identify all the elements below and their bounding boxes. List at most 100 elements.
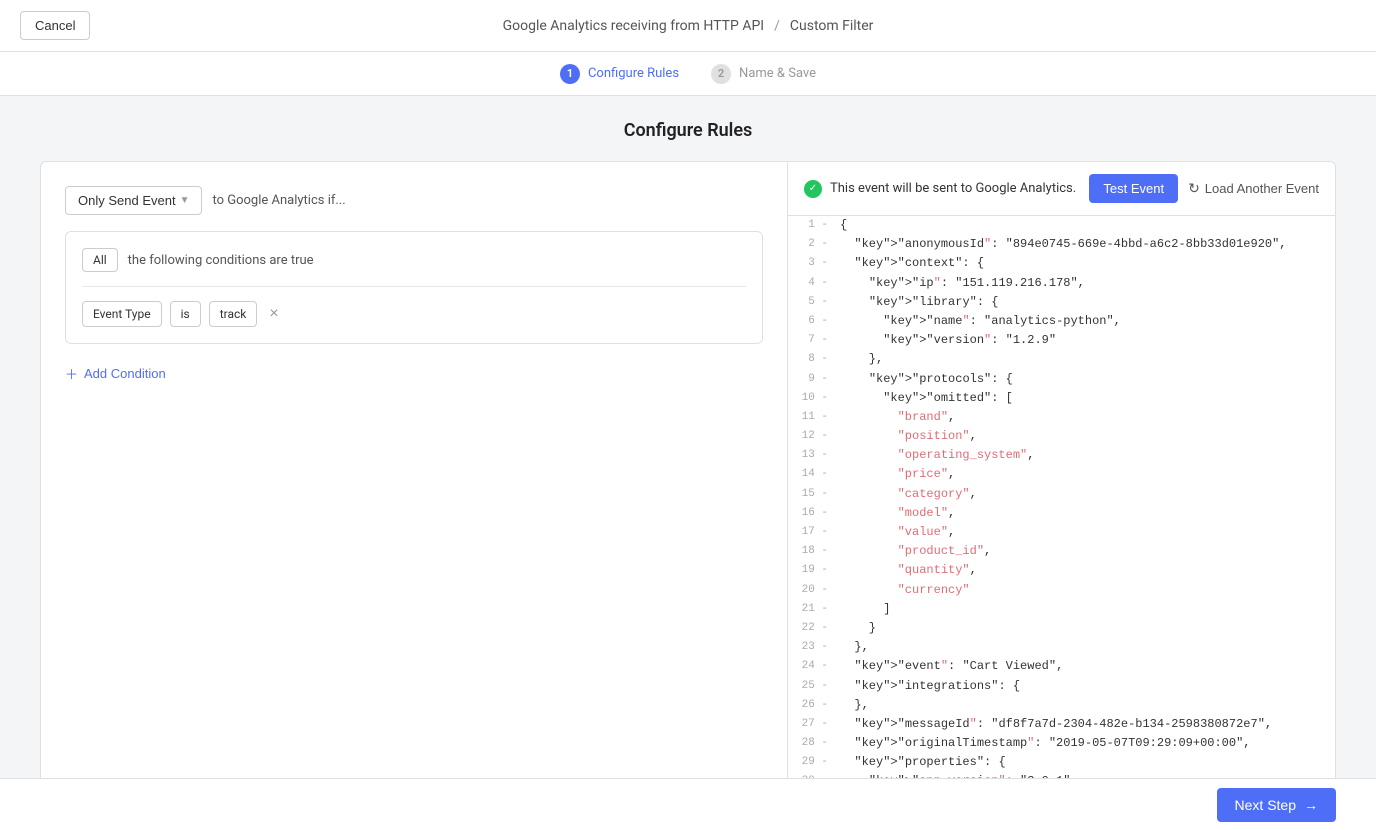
load-another-event-button[interactable]: ↻ Load Another Event — [1188, 180, 1319, 197]
rule-header: Only Send Event ▼ to Google Analytics if… — [65, 186, 763, 215]
code-line: 4 - "key">"ip": "151.119.216.178", — [788, 274, 1335, 293]
code-line: 2 - "key">"anonymousId": "894e0745-669e-… — [788, 235, 1335, 254]
line-number: 8 - — [796, 350, 828, 369]
line-content: "key">"library": { — [840, 293, 998, 312]
line-content: "key">"version": "1.2.9" — [840, 331, 1056, 350]
line-content: "key">"app_version": "3.0.1" — [840, 772, 1070, 778]
all-conditions-row: All the following conditions are true — [82, 248, 746, 287]
line-content: { — [840, 216, 847, 235]
code-line: 6 - "key">"name": "analytics-python", — [788, 312, 1335, 331]
line-number: 2 - — [796, 235, 828, 254]
code-line: 13 - "operating_system", — [788, 446, 1335, 465]
condition-row: Event Type is track × — [82, 301, 746, 327]
test-event-button[interactable]: Test Event — [1089, 174, 1178, 203]
add-condition-label: Add Condition — [84, 366, 166, 381]
line-content: "currency" — [840, 581, 970, 600]
line-content: }, — [840, 638, 869, 657]
code-line: 1 -{ — [788, 216, 1335, 235]
rule-destination-text: to Google Analytics if... — [212, 193, 345, 208]
line-content: "key">"properties": { — [840, 753, 1006, 772]
line-content: "key">"event": "Cart Viewed", — [840, 657, 1063, 676]
line-content: "key">"integrations": { — [840, 677, 1020, 696]
code-line: 21 - ] — [788, 600, 1335, 619]
cancel-button[interactable]: Cancel — [20, 11, 90, 40]
code-line: 18 - "product_id", — [788, 542, 1335, 561]
line-number: 6 - — [796, 312, 828, 331]
remove-condition-button[interactable]: × — [265, 305, 282, 323]
line-content: ] — [840, 600, 890, 619]
line-content: "price", — [840, 465, 955, 484]
conditions-box: All the following conditions are true Ev… — [65, 231, 763, 344]
code-line: 23 - }, — [788, 638, 1335, 657]
status-icon: ✓ — [804, 180, 822, 198]
line-number: 7 - — [796, 331, 828, 350]
line-number: 20 - — [796, 581, 828, 600]
line-number: 29 - — [796, 753, 828, 772]
right-panel: ✓ This event will be sent to Google Anal… — [788, 161, 1336, 778]
line-number: 21 - — [796, 600, 828, 619]
only-send-label: Only Send Event — [78, 193, 176, 208]
refresh-icon: ↻ — [1188, 180, 1200, 197]
step-2-num: 2 — [711, 64, 731, 84]
line-number: 9 - — [796, 370, 828, 389]
conditions-label: the following conditions are true — [128, 253, 314, 268]
line-number: 26 - — [796, 696, 828, 715]
event-status: ✓ This event will be sent to Google Anal… — [804, 180, 1076, 198]
line-content: "model", — [840, 504, 955, 523]
line-content: "operating_system", — [840, 446, 1034, 465]
event-status-text: This event will be sent to Google Analyt… — [830, 181, 1076, 196]
line-number: 3 - — [796, 254, 828, 273]
line-number: 10 - — [796, 389, 828, 408]
line-content: "brand", — [840, 408, 955, 427]
only-send-button[interactable]: Only Send Event ▼ — [65, 186, 202, 215]
all-badge[interactable]: All — [82, 248, 118, 272]
line-content: "product_id", — [840, 542, 991, 561]
two-panel: Only Send Event ▼ to Google Analytics if… — [40, 161, 1336, 778]
next-step-button[interactable]: Next Step → — [1217, 788, 1336, 822]
step-name-save[interactable]: 2 Name & Save — [711, 64, 816, 84]
header-divider: / — [774, 18, 780, 34]
line-number: 25 - — [796, 677, 828, 696]
line-content: "key">"anonymousId": "894e0745-669e-4bbd… — [840, 235, 1287, 254]
main-content: Configure Rules Only Send Event ▼ to Goo… — [0, 96, 1376, 778]
line-content: "key">"context": { — [840, 254, 984, 273]
condition-type[interactable]: Event Type — [82, 301, 162, 327]
step-1-num: 1 — [560, 64, 580, 84]
page-title: Configure Rules — [40, 120, 1336, 141]
line-content: } — [840, 619, 876, 638]
line-content: "key">"originalTimestamp": "2019-05-07T0… — [840, 734, 1251, 753]
dropdown-icon: ▼ — [180, 195, 190, 206]
header-filter-title: Custom Filter — [790, 18, 874, 34]
code-line: 22 - } — [788, 619, 1335, 638]
condition-value[interactable]: track — [209, 301, 258, 327]
step-1-label: Configure Rules — [588, 66, 679, 81]
condition-operator[interactable]: is — [170, 301, 201, 327]
code-line: 12 - "position", — [788, 427, 1335, 446]
plus-icon: ＋ — [65, 364, 78, 383]
code-line: 24 - "key">"event": "Cart Viewed", — [788, 657, 1335, 676]
line-content: "key">"protocols": { — [840, 370, 1013, 389]
code-line: 16 - "model", — [788, 504, 1335, 523]
line-number: 27 - — [796, 715, 828, 734]
line-content: "position", — [840, 427, 977, 446]
code-line: 20 - "currency" — [788, 581, 1335, 600]
line-content: }, — [840, 696, 869, 715]
line-content: "quantity", — [840, 561, 977, 580]
code-line: 8 - }, — [788, 350, 1335, 369]
code-line: 29 - "key">"properties": { — [788, 753, 1335, 772]
code-line: 11 - "brand", — [788, 408, 1335, 427]
code-line: 15 - "category", — [788, 485, 1335, 504]
right-actions: Test Event ↻ Load Another Event — [1089, 174, 1319, 203]
code-line: 25 - "key">"integrations": { — [788, 677, 1335, 696]
code-line: 3 - "key">"context": { — [788, 254, 1335, 273]
left-panel: Only Send Event ▼ to Google Analytics if… — [40, 161, 788, 778]
code-viewer[interactable]: 1 -{2 - "key">"anonymousId": "894e0745-6… — [788, 216, 1335, 778]
code-line: 26 - }, — [788, 696, 1335, 715]
line-number: 11 - — [796, 408, 828, 427]
step-configure-rules[interactable]: 1 Configure Rules — [560, 64, 679, 84]
add-condition-button[interactable]: ＋ Add Condition — [65, 360, 763, 387]
code-line: 7 - "key">"version": "1.2.9" — [788, 331, 1335, 350]
code-line: 30 - "key">"app_version": "3.0.1" — [788, 772, 1335, 778]
line-number: 4 - — [796, 274, 828, 293]
load-another-label: Load Another Event — [1205, 181, 1319, 196]
